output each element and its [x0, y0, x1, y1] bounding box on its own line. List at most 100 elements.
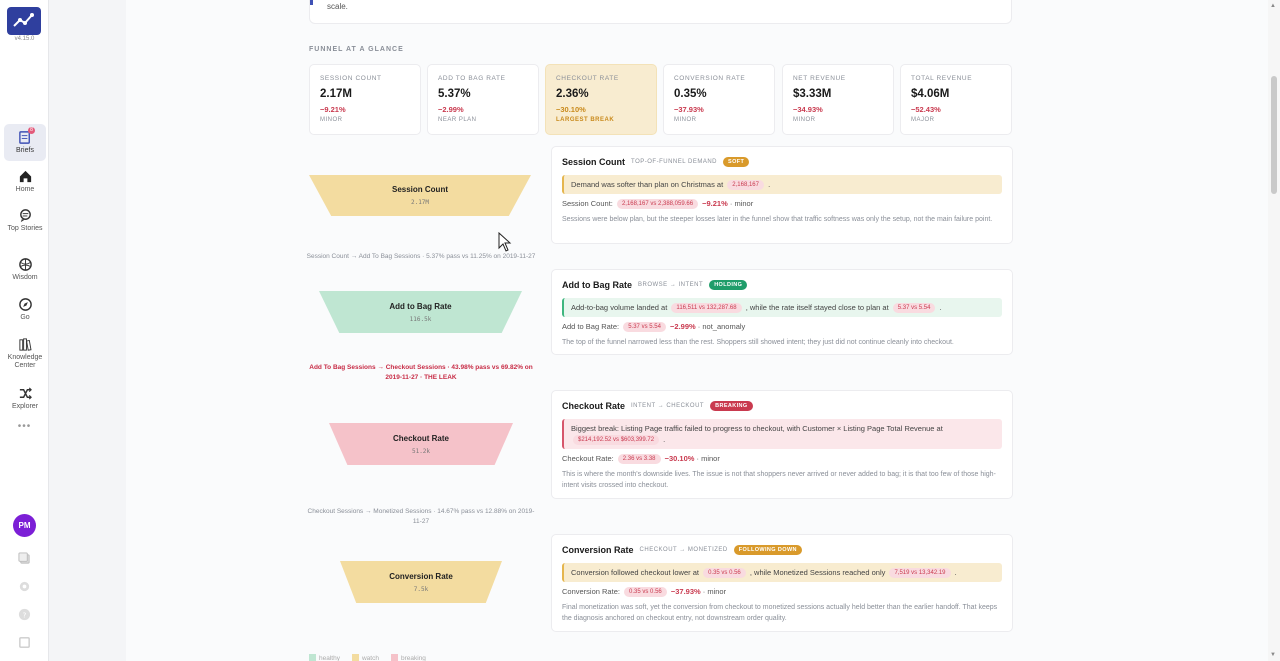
card-title: Session Count	[562, 157, 626, 167]
kpi-net-revenue[interactable]: NET REVENUE $3.33M −34.93% MINOR	[782, 64, 894, 135]
funnel-legend: healthy watch breaking	[309, 654, 426, 661]
metric-chip[interactable]: 2.36 vs 3.38	[617, 454, 661, 464]
page-scrollbar[interactable]: ▲ ▼	[1268, 0, 1280, 661]
copy-icon[interactable]	[18, 552, 31, 565]
nav-label: Briefs	[16, 147, 34, 154]
metric-line: Checkout Rate: 2.36 vs 3.38 −30.10% · mi…	[562, 454, 1002, 464]
stage-title: Checkout Rate	[392, 433, 449, 443]
scroll-up-icon[interactable]: ▲	[1270, 3, 1276, 9]
mouse-cursor-icon	[498, 232, 512, 252]
gear-icon[interactable]	[18, 580, 31, 593]
kpi-checkout-rate[interactable]: CHECKOUT RATE 2.36% −30.10% LARGEST BREA…	[545, 64, 657, 135]
insight-callout: Biggest break: Listing Page traffic fail…	[562, 419, 1002, 449]
top-stories-icon	[19, 209, 31, 223]
funnel-stage-add-to-bag-rate[interactable]: Add to Bag Rate 116.5k	[319, 291, 522, 333]
help-icon[interactable]: ?	[18, 608, 31, 621]
app-version: v4.15.0	[14, 36, 35, 42]
kpi-change: −52.43%	[911, 105, 941, 114]
kpi-value: 2.17M	[320, 88, 352, 100]
more-icon[interactable]: •••	[0, 421, 49, 432]
kpi-conversion-rate[interactable]: CONVERSION RATE 0.35% −37.93% MINOR	[663, 64, 775, 135]
metric-severity: · minor	[696, 454, 720, 463]
metric-severity: · minor	[702, 587, 727, 596]
card-subtitle: TOP-OF-FUNNEL DEMAND	[631, 159, 718, 165]
metric-delta: −9.21%	[702, 199, 728, 208]
kpi-label: CHECKOUT RATE	[556, 75, 619, 82]
kpi-add-to-bag-rate[interactable]: ADD TO BAG RATE 5.37% −2.99% NEAR PLAN	[427, 64, 539, 135]
metric-chip[interactable]: 0.35 vs 0.56	[624, 587, 667, 597]
nav-label: Explorer	[11, 403, 39, 410]
legend-swatch	[351, 654, 359, 661]
funnel-stage-checkout-rate[interactable]: Checkout Rate 51.2k	[329, 423, 513, 465]
kpi-value: 2.36%	[556, 88, 589, 100]
callout-text: Conversion followed checkout lower at	[571, 568, 699, 577]
kpi-label: NET REVENUE	[793, 75, 846, 82]
card-description: Final monetization was soft, yet the con…	[562, 604, 998, 622]
kpi-session-count[interactable]: SESSION COUNT 2.17M −9.21% MINOR	[309, 64, 421, 135]
funnel-stage-session-count[interactable]: Session Count 2.17M	[309, 175, 531, 216]
nav-item-knowledge-center[interactable]: Knowledge Center	[4, 337, 46, 370]
legend-item: breaking	[390, 654, 426, 661]
status-badge: FOLLOWING DOWN	[733, 545, 802, 555]
status-badge: SOFT	[723, 157, 750, 167]
nav-item-explorer[interactable]: Explorer	[4, 386, 46, 411]
detail-card-session-count: Session Count TOP-OF-FUNNEL DEMAND SOFT …	[551, 146, 1013, 244]
value-chip[interactable]: 2,168,167	[727, 180, 764, 190]
legend-label: watch	[361, 655, 379, 661]
legend-swatch	[390, 654, 398, 661]
leak-tag: · THE LEAK	[420, 374, 457, 381]
callout-text: Demand was softer than plan on Christmas…	[571, 180, 724, 189]
kpi-total-revenue[interactable]: TOTAL REVENUE $4.06M −52.43% MAJOR	[900, 64, 1012, 135]
card-description: Sessions were below plan, but the steepe…	[562, 216, 993, 223]
nav-item-home[interactable]: Home	[4, 169, 46, 194]
value-chip[interactable]: 7,519 vs 13,342.19	[889, 568, 951, 578]
kpi-change: −34.93%	[793, 105, 823, 114]
home-icon	[19, 170, 31, 183]
app-logo[interactable]	[7, 7, 41, 35]
kpi-value: 5.37%	[438, 88, 471, 100]
metric-chip[interactable]: 2,168,167 vs 2,388,059.66	[616, 199, 699, 209]
logo-icon	[13, 13, 34, 27]
metric-severity: · not_anomaly	[697, 322, 746, 331]
value-chip[interactable]: 116,511 vs 132,287.68	[671, 303, 742, 313]
scroll-thumb[interactable]	[1271, 76, 1277, 194]
callout-text: .	[954, 568, 957, 577]
metric-line: Conversion Rate: 0.35 vs 0.56 −37.93% · …	[562, 587, 1002, 597]
funnel-stage-conversion-rate[interactable]: Conversion Rate 7.5k	[340, 561, 502, 603]
nav-label: Knowledge Center	[7, 354, 43, 369]
metric-label: Checkout Rate:	[562, 454, 614, 463]
value-chip[interactable]: 5.37 vs 5.54	[892, 303, 936, 313]
metric-delta: −30.10%	[664, 454, 695, 463]
expand-icon[interactable]	[18, 636, 31, 649]
value-chip[interactable]: $214,192.52 vs $603,399.72	[573, 435, 660, 445]
kpi-change: −30.10%	[556, 105, 586, 114]
kpi-value: 0.35%	[674, 88, 707, 100]
kpi-label: CONVERSION RATE	[674, 75, 746, 82]
user-avatar[interactable]: PM	[13, 514, 36, 537]
nav-item-go[interactable]: Go	[4, 297, 46, 322]
stage-value: 2.17M	[410, 199, 430, 206]
metric-line: Add to Bag Rate: 5.37 vs 5.54 −2.99% · n…	[562, 322, 1002, 332]
kpi-severity: MINOR	[320, 117, 343, 123]
flow-label: Checkout Sessions → Monetized Sessions ·…	[307, 508, 535, 525]
nav-item-wisdom[interactable]: Wisdom	[4, 257, 46, 282]
left-nav: v4.15.0 8 Briefs Home Top Stories Wisdom…	[0, 0, 49, 661]
nav-label: Wisdom	[12, 274, 38, 281]
kpi-value: $3.33M	[793, 88, 832, 100]
insight-callout: Demand was softer than plan on Christmas…	[562, 175, 1002, 194]
detail-card-add-to-bag-rate: Add to Bag Rate BROWSE → INTENT HOLDING …	[551, 269, 1013, 355]
status-badge: HOLDING	[709, 280, 748, 290]
kpi-severity: MINOR	[674, 117, 697, 123]
metric-label: Session Count:	[562, 199, 613, 208]
nav-item-briefs[interactable]: 8 Briefs	[4, 124, 46, 161]
kpi-value: $4.06M	[911, 88, 950, 100]
stage-value: 51.2k	[411, 447, 431, 455]
knowledge-center-icon	[18, 338, 32, 351]
callout-text: .	[939, 303, 942, 312]
value-chip[interactable]: 0.35 vs 0.56	[703, 568, 746, 578]
metric-chip[interactable]: 5.37 vs 5.54	[623, 322, 666, 332]
stage-title: Conversion Rate	[389, 571, 453, 581]
nav-item-top-stories[interactable]: Top Stories	[4, 208, 46, 233]
scroll-down-icon[interactable]: ▼	[1270, 652, 1276, 658]
card-subtitle: BROWSE → INTENT	[638, 282, 704, 288]
